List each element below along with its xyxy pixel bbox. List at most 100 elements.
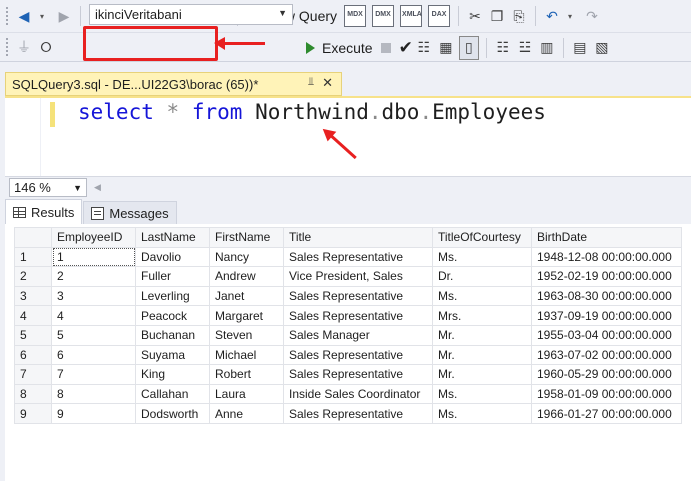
forward-icon[interactable]: ▶ [55, 4, 73, 28]
toolbar-grip[interactable] [5, 6, 9, 26]
table-cell[interactable]: Davolio [135, 246, 210, 268]
table-cell[interactable]: 5 [51, 324, 136, 346]
row-number[interactable]: 4 [14, 305, 52, 326]
row-number[interactable]: 6 [14, 344, 52, 366]
table-row[interactable]: 7 7 King Robert Sales Representative Mr. 1960-… [14, 364, 682, 385]
execute-button[interactable]: Execute [306, 40, 373, 56]
tab-sqlquery3[interactable]: SQLQuery3.sql - DE...UI22G3\borac (65))*… [5, 72, 342, 96]
table-cell[interactable]: Mr. [432, 364, 532, 385]
table-cell[interactable]: Ms. [432, 285, 532, 307]
table-cell[interactable]: Leverling [135, 285, 210, 307]
table-cell[interactable]: 2 [51, 266, 136, 287]
table-row[interactable]: 4 4 Peacock Margaret Sales Representative Mrs… [14, 305, 682, 326]
query-editor[interactable]: select * from Northwind.dbo.Employees [5, 98, 691, 176]
table-cell[interactable]: 1952-02-19 00:00:00.000 [531, 266, 682, 287]
table-row[interactable]: 8 8 Callahan Laura Inside Sales Coordinator M… [14, 383, 682, 405]
close-icon[interactable]: ✕ [322, 75, 333, 91]
table-cell[interactable]: Dr. [432, 266, 532, 287]
table-cell[interactable]: Sales Representative [283, 285, 433, 307]
table-cell[interactable]: Robert [209, 364, 284, 385]
table-cell[interactable]: Laura [209, 383, 284, 405]
table-cell[interactable]: 9 [51, 403, 136, 424]
column-header[interactable]: BirthDate [531, 227, 682, 248]
table-cell[interactable]: Sales Representative [283, 246, 433, 268]
query-designer-icon[interactable]: ▦ [437, 36, 455, 60]
table-cell[interactable]: Sales Manager [283, 324, 433, 346]
back-dropdown-icon[interactable]: ▾ [33, 4, 51, 28]
mdx-query-button[interactable]: MDX [344, 5, 367, 27]
results-to-grid-icon[interactable]: ▯ [458, 35, 479, 60]
table-cell[interactable]: 1958-01-09 00:00:00.000 [531, 383, 682, 405]
column-header[interactable]: EmployeeID [51, 227, 136, 248]
table-cell[interactable]: 1960-05-29 00:00:00.000 [531, 364, 682, 385]
include-plan-icon[interactable]: ☷ [494, 36, 512, 60]
xmla-query-button[interactable]: XMLA [400, 5, 423, 27]
table-cell[interactable]: 6 [51, 344, 136, 366]
live-stats-icon[interactable]: ☳ [516, 36, 534, 60]
cancel-query-icon[interactable] [380, 42, 391, 53]
dmx-query-button[interactable]: DMX [372, 5, 395, 27]
undo-dropdown-icon[interactable]: ▾ [561, 4, 579, 28]
table-cell[interactable]: 1 [51, 246, 136, 268]
table-cell[interactable]: Michael [209, 344, 284, 366]
tab-messages[interactable]: Messages [83, 201, 177, 224]
table-cell[interactable]: 1955-03-04 00:00:00.000 [531, 324, 682, 346]
table-cell[interactable]: Inside Sales Coordinator [283, 383, 433, 405]
query-text[interactable]: select * from Northwind.dbo.Employees [78, 100, 546, 124]
table-cell[interactable]: 8 [51, 383, 136, 405]
table-cell[interactable]: Buchanan [135, 324, 210, 346]
toolbar-grip[interactable] [5, 37, 9, 57]
back-icon[interactable]: ◀ [15, 4, 33, 28]
table-cell[interactable]: 1937-09-19 00:00:00.000 [531, 305, 682, 326]
table-cell[interactable]: Ms. [432, 246, 532, 268]
table-cell[interactable]: King [135, 364, 210, 385]
table-cell[interactable]: 1966-01-27 00:00:00.000 [531, 403, 682, 424]
table-cell[interactable]: Steven [209, 324, 284, 346]
table-cell[interactable]: 3 [51, 285, 136, 307]
row-number[interactable]: 9 [14, 403, 52, 424]
table-cell[interactable]: 1963-08-30 00:00:00.000 [531, 285, 682, 307]
row-number[interactable]: 1 [14, 246, 52, 268]
connect-icon[interactable]: ⏚ [15, 35, 33, 59]
table-cell[interactable]: Sales Representative [283, 403, 433, 424]
table-cell[interactable]: Mr. [432, 344, 532, 366]
scroll-left-icon[interactable]: ◀ [94, 182, 101, 193]
table-cell[interactable]: Margaret [209, 305, 284, 326]
parse-check-icon[interactable]: ✔ [399, 38, 413, 58]
table-row[interactable]: 3 3 Leverling Janet Sales Representative Ms. 1… [14, 285, 682, 307]
results-to-file-icon[interactable]: ▧ [593, 36, 611, 60]
pin-icon[interactable]: ⫫ [308, 76, 314, 89]
table-row[interactable]: 9 9 Dodsworth Anne Sales Representative Ms. 19… [14, 403, 682, 424]
dax-query-button[interactable]: DAX [428, 5, 451, 27]
table-cell[interactable]: Callahan [135, 383, 210, 405]
table-cell[interactable]: Mrs. [432, 305, 532, 326]
row-number-header[interactable] [14, 227, 52, 248]
table-cell[interactable]: Anne [209, 403, 284, 424]
paste-icon[interactable]: ⎘ [510, 4, 528, 28]
column-header[interactable]: TitleOfCourtesy [432, 227, 532, 248]
table-cell[interactable]: Fuller [135, 266, 210, 287]
table-cell[interactable]: Janet [209, 285, 284, 307]
table-cell[interactable]: Sales Representative [283, 305, 433, 326]
row-number[interactable]: 2 [14, 266, 52, 287]
table-cell[interactable]: Peacock [135, 305, 210, 326]
tab-results[interactable]: Results [5, 199, 83, 224]
column-header[interactable]: FirstName [209, 227, 284, 248]
copy-icon[interactable]: ❐ [488, 4, 506, 28]
column-header[interactable]: LastName [135, 227, 210, 248]
table-cell[interactable]: Sales Representative [283, 344, 433, 366]
undo-icon[interactable]: ↶ [543, 4, 561, 28]
table-cell[interactable]: 7 [51, 364, 136, 385]
table-cell[interactable]: Vice President, Sales [283, 266, 433, 287]
table-cell[interactable]: Ms. [432, 403, 532, 424]
table-row[interactable]: 5 5 Buchanan Steven Sales Manager Mr. 1955-03-… [14, 324, 682, 346]
row-number[interactable]: 7 [14, 364, 52, 385]
display-plan-icon[interactable]: ☷ [415, 36, 433, 60]
table-cell[interactable]: Nancy [209, 246, 284, 268]
table-cell[interactable]: Sales Representative [283, 364, 433, 385]
table-cell[interactable]: Suyama [135, 344, 210, 366]
row-number[interactable]: 3 [14, 285, 52, 307]
redo-icon[interactable]: ↷ [583, 4, 601, 28]
table-row[interactable]: 6 6 Suyama Michael Sales Representative Mr. 19… [14, 344, 682, 366]
client-stats-icon[interactable]: ▥ [538, 36, 556, 60]
